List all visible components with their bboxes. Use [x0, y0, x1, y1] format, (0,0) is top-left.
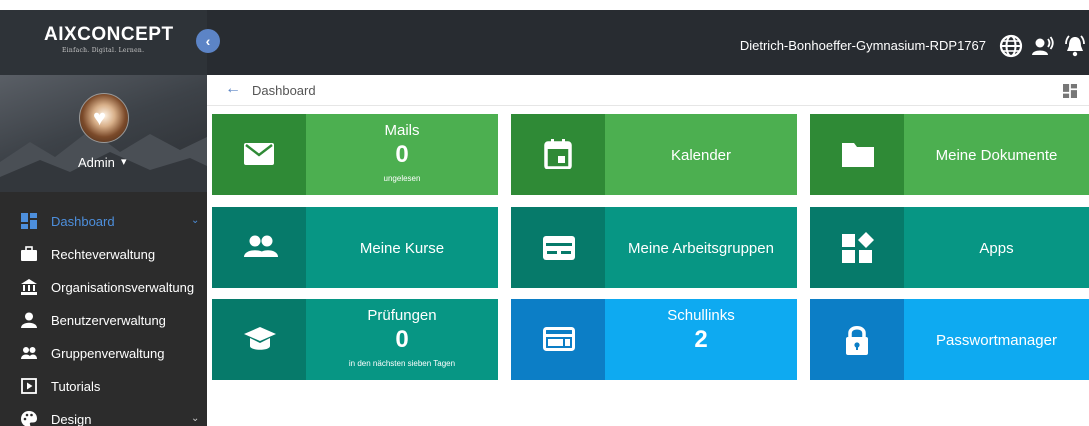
tile-count: 0	[395, 141, 409, 168]
dashboard-layout-icon[interactable]	[1063, 84, 1077, 98]
tile-title: Prüfungen	[367, 307, 437, 324]
sidebar-item-label: Benutzerverwaltung	[51, 313, 166, 328]
chevron-down-icon: ⌄	[191, 215, 200, 226]
tile-count: 0	[395, 326, 409, 353]
sidebar-item-label: Dashboard	[51, 214, 115, 229]
sidebar-item-benutzerverwaltung[interactable]: Benutzerverwaltung	[0, 304, 207, 337]
sidebar-item-design[interactable]: Design ⌄	[0, 403, 207, 426]
bank-icon	[21, 279, 37, 295]
tile-title: Mails	[384, 122, 420, 139]
tile-mails[interactable]: Mails 0 ungelesen	[212, 114, 498, 195]
tile-icon-area	[810, 299, 904, 380]
tile-label: Kalender	[670, 147, 732, 164]
tile-icon-area	[511, 207, 605, 288]
tile-icon-area	[212, 207, 306, 288]
card-icon	[543, 236, 575, 260]
profile-panel: ♥ Admin ▾	[0, 75, 207, 192]
tile-label: Meine Arbeitsgruppen	[628, 240, 774, 257]
briefcase-icon	[21, 246, 37, 261]
lock-icon	[846, 326, 868, 355]
school-name[interactable]: Dietrich-Bonhoeffer-Gymnasium-RDP1767	[740, 38, 986, 53]
logo[interactable]: AIXCONCEPT Einfach. Digital. Lernen.	[0, 10, 207, 75]
apps-widgets-icon	[842, 232, 874, 263]
tile-text-area: Meine Kurse	[306, 207, 498, 288]
sidebar-item-label: Design	[51, 412, 92, 426]
breadcrumb: ← Dashboard	[207, 75, 1089, 106]
tile-icon-area	[511, 114, 605, 195]
tile-icon-area	[810, 114, 904, 195]
dashboard-icon	[21, 213, 37, 229]
sidebar-item-tutorials[interactable]: Tutorials	[0, 370, 207, 403]
chevron-down-icon: ⌄	[191, 413, 200, 424]
calendar-icon	[544, 139, 572, 169]
tile-meine-arbeitsgruppen[interactable]: Meine Arbeitsgruppen	[511, 207, 797, 288]
tile-title: Schullinks	[667, 307, 735, 324]
tile-pruefungen[interactable]: Prüfungen 0 in den nächsten sieben Tagen	[212, 299, 498, 380]
sidebar: ♥ Admin ▾ Dashboard ⌄ Rechteverwaltung O…	[0, 75, 207, 426]
user-name[interactable]: Admin	[78, 155, 115, 170]
tile-count: 2	[694, 326, 708, 353]
breadcrumb-label: Dashboard	[252, 83, 316, 98]
tile-subtitle: ungelesen	[383, 174, 421, 183]
top-header: AIXCONCEPT Einfach. Digital. Lernen. ‹ D…	[0, 10, 1089, 75]
tile-text-area: Passwortmanager	[904, 299, 1089, 380]
tile-label: Meine Kurse	[359, 240, 445, 257]
tile-meine-dokumente[interactable]: Meine Dokumente	[810, 114, 1089, 195]
tile-text-area: Apps	[904, 207, 1089, 288]
logo-tagline: Einfach. Digital. Lernen.	[62, 47, 145, 54]
web-page-icon	[543, 327, 575, 351]
tile-text-area: Prüfungen 0 in den nächsten sieben Tagen	[306, 299, 498, 380]
tile-schullinks[interactable]: Schullinks 2	[511, 299, 797, 380]
top-strip	[0, 0, 1089, 10]
sidebar-item-label: Tutorials	[51, 379, 101, 394]
sidebar-item-label: Rechteverwaltung	[51, 247, 156, 262]
sidebar-item-label: Organisationsverwaltung	[51, 280, 195, 295]
play-icon	[21, 378, 37, 394]
tile-passwortmanager[interactable]: Passwortmanager	[810, 299, 1089, 380]
tile-text-area: Meine Arbeitsgruppen	[605, 207, 797, 288]
back-arrow-icon[interactable]: ←	[225, 80, 241, 98]
folder-icon	[842, 143, 874, 167]
tile-label: Passwortmanager	[936, 332, 1057, 349]
tile-kalender[interactable]: Kalender	[511, 114, 797, 195]
globe-icon[interactable]	[999, 34, 1023, 58]
speaker-person-icon[interactable]	[1031, 34, 1055, 58]
tile-text-area: Schullinks 2	[605, 299, 797, 380]
tile-icon-area	[212, 114, 306, 195]
tile-icon-area	[810, 207, 904, 288]
latte-heart: ♥	[93, 105, 107, 130]
tile-icon-area	[212, 299, 306, 380]
bell-icon[interactable]	[1063, 34, 1087, 58]
sidebar-item-organisationsverwaltung[interactable]: Organisationsverwaltung	[0, 271, 207, 304]
tile-text-area: Meine Dokumente	[904, 114, 1089, 195]
sidebar-item-rechteverwaltung[interactable]: Rechteverwaltung	[0, 238, 207, 271]
palette-icon	[21, 411, 37, 426]
mail-icon	[244, 143, 274, 165]
tile-text-area: Kalender	[605, 114, 797, 195]
tile-label: Apps	[979, 240, 1014, 257]
group-icon	[21, 347, 37, 359]
sidebar-item-gruppenverwaltung[interactable]: Gruppenverwaltung	[0, 337, 207, 370]
avatar[interactable]: ♥	[79, 93, 129, 143]
tile-label: Meine Dokumente	[935, 147, 1058, 164]
people-icon	[244, 235, 278, 257]
sidebar-item-dashboard[interactable]: Dashboard ⌄	[0, 205, 207, 238]
tile-icon-area	[511, 299, 605, 380]
tile-text-area: Mails 0 ungelesen	[306, 114, 498, 195]
tile-subtitle: in den nächsten sieben Tagen	[348, 359, 456, 368]
sidebar-collapse-button[interactable]: ‹	[196, 29, 220, 53]
graduation-cap-icon	[244, 327, 276, 350]
tile-apps[interactable]: Apps	[810, 207, 1089, 288]
chevron-down-icon[interactable]: ▾	[121, 155, 127, 168]
person-icon	[21, 312, 37, 328]
sidebar-item-label: Gruppenverwaltung	[51, 346, 165, 361]
tile-meine-kurse[interactable]: Meine Kurse	[212, 207, 498, 288]
logo-text: AIXCONCEPT	[44, 24, 174, 45]
